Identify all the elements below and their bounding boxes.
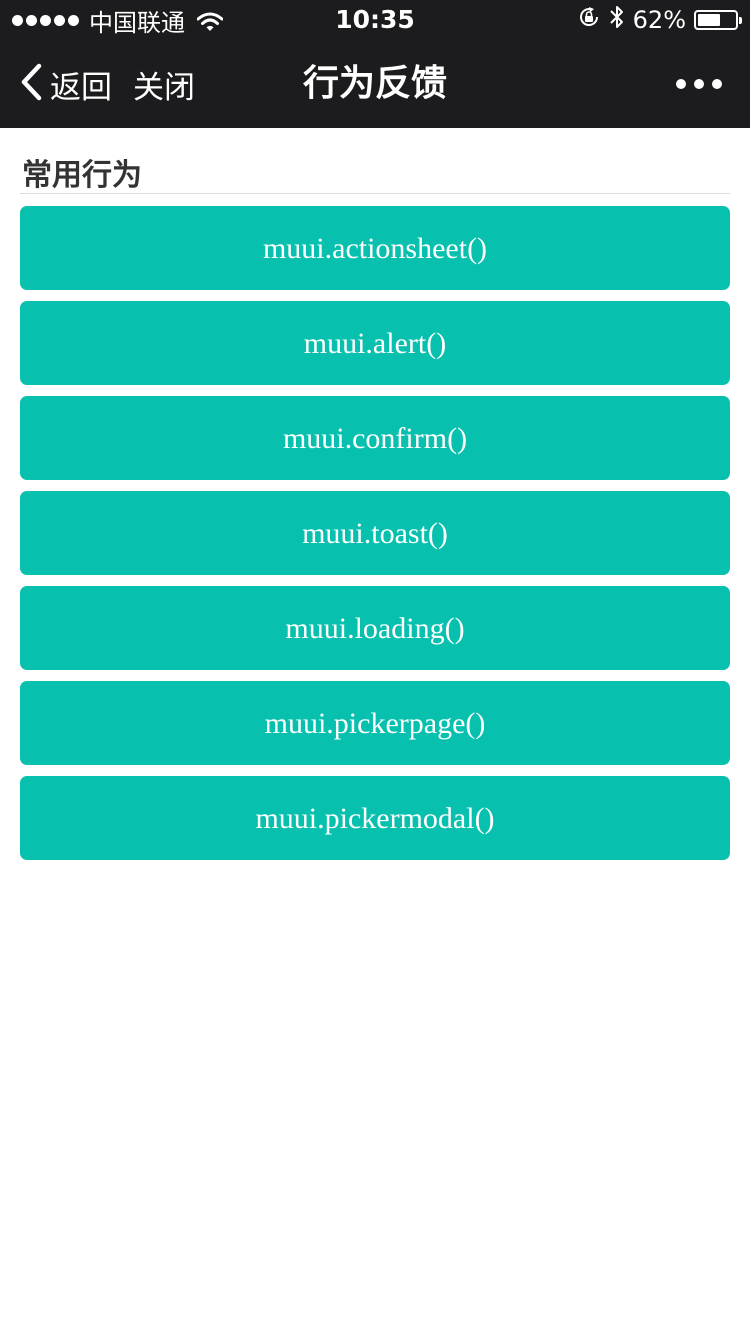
battery-icon (694, 10, 742, 30)
close-button[interactable]: 关闭 (133, 40, 195, 128)
loading-button[interactable]: muui.loading() (20, 586, 730, 670)
page-title: 行为反馈 (302, 63, 447, 104)
back-label: 返回 (50, 69, 112, 106)
battery-percent: 62% (632, 6, 686, 34)
action-button-list: muui.actionsheet() muui.alert() muui.con… (20, 206, 730, 871)
chevron-left-icon (18, 62, 50, 106)
orientation-lock-icon (577, 5, 601, 35)
more-dots-icon[interactable] (676, 40, 722, 128)
status-bar-left: 中国联通 (12, 0, 224, 40)
pickerpage-button[interactable]: muui.pickerpage() (20, 681, 730, 765)
navigation-bar: 返回 关闭 行为反馈 (0, 40, 750, 128)
section-title: 常用行为 (22, 158, 142, 193)
back-button[interactable]: 返回 (18, 40, 112, 128)
actionsheet-button[interactable]: muui.actionsheet() (20, 206, 730, 290)
confirm-button[interactable]: muui.confirm() (20, 396, 730, 480)
signal-dots-icon (12, 14, 79, 26)
section-divider (20, 193, 730, 194)
carrier-label: 中国联通 (89, 8, 185, 37)
toast-button[interactable]: muui.toast() (20, 491, 730, 575)
bluetooth-icon (609, 4, 625, 36)
status-bar-right: 62% (577, 0, 742, 40)
alert-button[interactable]: muui.alert() (20, 301, 730, 385)
pickermodal-button[interactable]: muui.pickermodal() (20, 776, 730, 860)
wifi-icon (196, 10, 224, 31)
status-bar: 中国联通 10:35 62% (0, 0, 750, 40)
